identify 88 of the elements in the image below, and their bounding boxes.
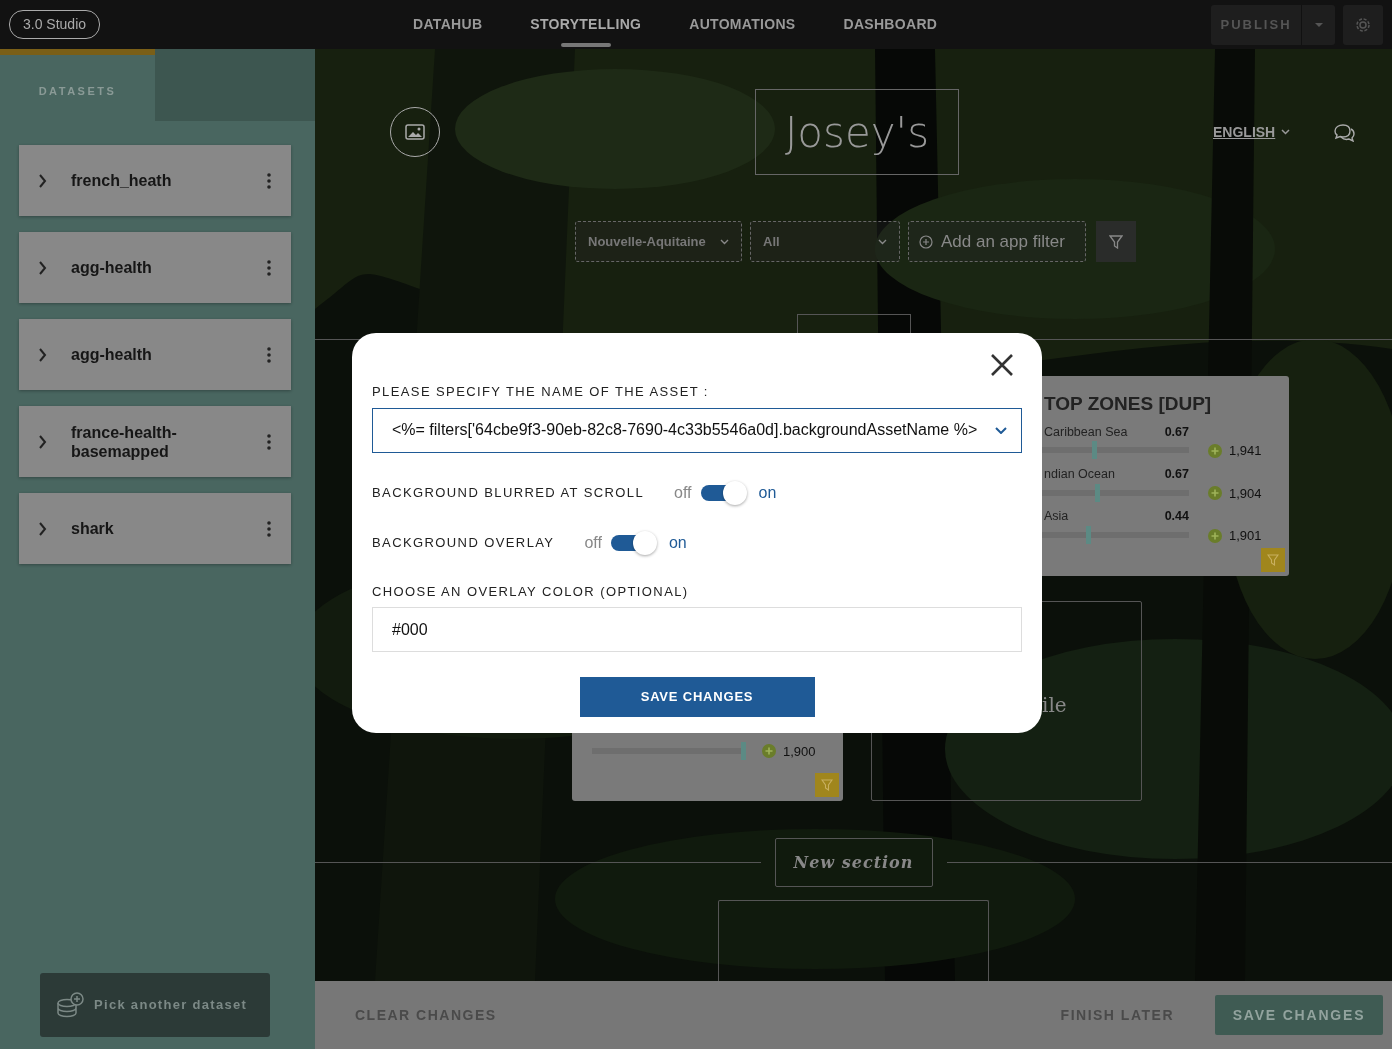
- chevron-right-icon: [39, 347, 47, 362]
- zone-value: 0.44: [1164, 508, 1189, 525]
- plus-circle-icon: [1208, 486, 1222, 501]
- funnel-icon: [821, 779, 833, 791]
- filter-dropdown[interactable]: Nouvelle-Aquitaine: [575, 221, 742, 262]
- story-title: Josey's: [755, 89, 959, 175]
- pick-dataset-button[interactable]: Pick another dataset: [40, 973, 270, 1037]
- slider-thumb[interactable]: [1085, 525, 1091, 544]
- close-button[interactable]: [990, 353, 1014, 377]
- dataset-card[interactable]: agg-health: [19, 319, 291, 390]
- dataset-card[interactable]: shark: [19, 493, 291, 564]
- zone-label: ndian Ocean: [1044, 465, 1115, 483]
- nav-tab[interactable]: DASHBOARD: [843, 0, 938, 49]
- kebab-menu-icon: [267, 172, 271, 189]
- section-title[interactable]: New section: [774, 838, 933, 887]
- dataset-card[interactable]: agg-health: [19, 232, 291, 303]
- off-label: off: [584, 532, 602, 553]
- close-icon: [990, 353, 1014, 377]
- chevron-down-icon: [1281, 129, 1291, 135]
- slider-thumb[interactable]: [1091, 441, 1097, 460]
- chevron-down-icon: [720, 238, 729, 245]
- studio-badge: 3.0 Studio: [9, 10, 101, 39]
- dataset-name: agg-health: [71, 258, 153, 277]
- language-dropdown[interactable]: ENGLISH: [1213, 121, 1291, 143]
- plus-circle-icon: [1208, 528, 1222, 543]
- zone-label: Asia: [1044, 508, 1069, 525]
- image-icon: [405, 124, 425, 140]
- nav-tab[interactable]: STORYTELLING: [530, 0, 642, 49]
- zone-value: 0.67: [1164, 465, 1189, 483]
- kebab-menu-icon: [267, 259, 271, 276]
- settings-button[interactable]: [1343, 4, 1383, 45]
- toggle-label: BACKGROUND BLURRED AT SCROLL: [372, 483, 645, 502]
- card-text: ile: [1042, 693, 1067, 717]
- nav-tab[interactable]: AUTOMATIONS: [689, 0, 796, 49]
- kebab-menu-icon: [267, 520, 271, 537]
- zone-count: 1,900: [783, 742, 817, 761]
- on-label: on: [758, 482, 777, 503]
- zone-label: Caribbean Sea: [1044, 423, 1128, 441]
- nav-tab[interactable]: DATAHUB: [413, 0, 483, 49]
- slider-thumb[interactable]: [741, 741, 746, 760]
- dataset-name: france-health-basemapped: [71, 422, 178, 461]
- zone-count: 1,904: [1229, 484, 1263, 503]
- sidebar-tab[interactable]: [155, 49, 315, 121]
- asset-name-dropdown[interactable]: <%= filters['64cbe9f3-90eb-82c8-7690-4c33b5546a0d].backgroundAssetName %>: [372, 407, 1022, 453]
- on-label: on: [668, 532, 687, 553]
- plus-circle-icon: [762, 744, 776, 759]
- chevron-right-icon: [39, 434, 47, 449]
- filter-button[interactable]: [1261, 548, 1285, 572]
- toggle-switch[interactable]: [610, 530, 657, 555]
- caret-icon: [1314, 22, 1323, 27]
- chevron-down-icon: [878, 238, 887, 245]
- settings-icon: [1354, 15, 1372, 34]
- chevron-right-icon: [39, 521, 47, 536]
- kebab-menu-icon: [267, 433, 271, 450]
- overlay-color-field[interactable]: #000: [372, 607, 1022, 652]
- save-changes-button[interactable]: SAVE CHANGES: [579, 677, 815, 717]
- filter-button[interactable]: [815, 773, 839, 797]
- overlay-color-label: CHOOSE AN OVERLAY COLOR (OPTIONAL): [372, 582, 690, 601]
- zone-value: 0.67: [1164, 423, 1189, 441]
- filter-dropdown[interactable]: All: [750, 221, 900, 262]
- zone-count: 1,941: [1229, 442, 1263, 461]
- add-filter-button[interactable]: Add an app filter: [908, 221, 1086, 262]
- dataset-name: shark: [71, 519, 115, 538]
- chat-icon: [1332, 122, 1357, 142]
- toggle-switch[interactable]: [700, 480, 747, 505]
- zone-count: 1,901: [1229, 526, 1263, 545]
- chevron-right-icon: [39, 260, 47, 275]
- save-changes-button[interactable]: SAVE CHANGES: [1215, 995, 1383, 1035]
- slider-thumb[interactable]: [1094, 483, 1100, 502]
- funnel-icon: [1109, 234, 1123, 249]
- filter-button[interactable]: [1096, 221, 1136, 262]
- dataset-card[interactable]: french_heath: [19, 145, 291, 216]
- dataset-card[interactable]: france-health-basemapped: [19, 406, 291, 477]
- kebab-menu-icon: [267, 346, 271, 363]
- card-title: TOP ZONES [DUP]: [1043, 392, 1213, 416]
- toggle-label: BACKGROUND OVERLAY: [372, 533, 555, 552]
- chevron-down-icon: [995, 426, 1007, 434]
- off-label: off: [674, 482, 692, 503]
- plus-circle-icon: [1208, 444, 1222, 458]
- dataset-name: french_heath: [71, 171, 173, 190]
- dataset-name: agg-health: [71, 345, 153, 364]
- background-image-button[interactable]: [390, 107, 440, 157]
- asset-name-label: PLEASE SPECIFY THE NAME OF THE ASSET :: [372, 383, 710, 401]
- plus-circle-icon: [919, 234, 933, 249]
- dropdown-caret-button[interactable]: [1301, 4, 1335, 45]
- database-add-icon: [56, 992, 84, 1018]
- chevron-right-icon: [39, 173, 47, 188]
- funnel-icon: [1267, 554, 1279, 566]
